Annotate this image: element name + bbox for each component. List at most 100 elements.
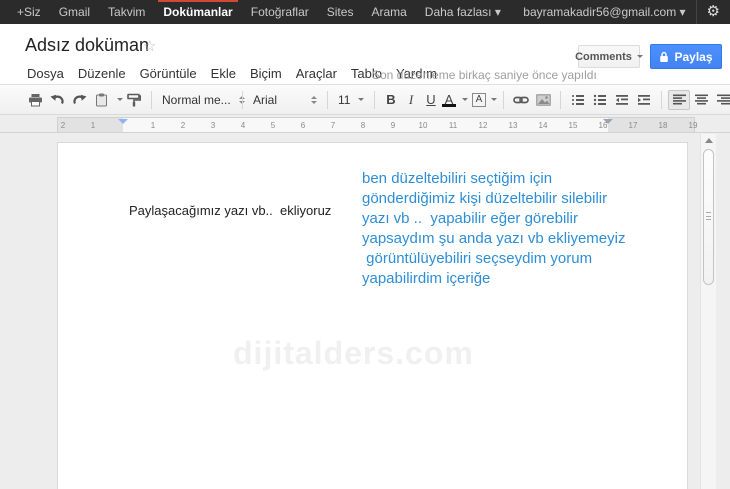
topbar-right: bayramakadir56@gmail.com ▾ ⚙	[523, 0, 730, 24]
menu-g-r-nt-le[interactable]: Görüntüle	[133, 64, 204, 83]
ruler-number: 2	[60, 121, 66, 130]
menu-ara-lar[interactable]: Araçlar	[289, 64, 344, 83]
font-size-dropdown[interactable]: 11	[334, 93, 368, 107]
menu-bi-im[interactable]: Biçim	[243, 64, 289, 83]
ruler-number: 15	[568, 121, 578, 130]
menu-ekle[interactable]: Ekle	[204, 64, 243, 83]
toolbar-separator	[661, 90, 662, 109]
ruler-number: 18	[658, 121, 668, 130]
comments-button-label: Comments	[575, 50, 632, 63]
ruler-number: 17	[628, 121, 638, 130]
share-button-label: Paylaş	[674, 49, 713, 64]
underline-button[interactable]: U	[421, 92, 441, 107]
star-icon[interactable]: ☆	[143, 37, 156, 55]
align-center-icon[interactable]	[690, 90, 712, 110]
topbar-item-foto-raflar[interactable]: Fotoğraflar	[242, 0, 318, 24]
styles-dropdown[interactable]: Normal me...	[158, 92, 245, 107]
document-page[interactable]: dijitalders.com Paylaşacağımız yazı vb..…	[57, 142, 688, 489]
ruler-number: 10	[418, 121, 428, 130]
toolbar-separator	[560, 90, 561, 109]
last-edit-status: Son düzenleme birkaç saniye önce yapıldı	[372, 68, 597, 82]
left-indent-marker[interactable]	[118, 119, 128, 129]
vertical-scrollbar[interactable]	[700, 134, 716, 489]
google-docs-window: +Siz Gmail Takvim Dokümanlar Fotoğraflar Site…	[0, 0, 730, 489]
doc-header: Adsız doküman ☆ Dosya Düzenle Görüntüle Ekl…	[0, 24, 730, 84]
font-value: Arial	[253, 92, 278, 107]
ruler-number: 12	[478, 121, 488, 130]
ruler-strip[interactable]: 2 1 1 2 3 4 5 6 7 8 9 10 11 12 13 14 15 16 17 18 19	[57, 117, 698, 132]
comments-button[interactable]: Comments	[575, 45, 643, 68]
ruler-number: 2	[180, 121, 186, 130]
numbered-list-icon[interactable]	[567, 90, 589, 110]
blue-text-line[interactable]: yazı vb .. yapabilir eğer görebilir	[362, 209, 662, 229]
ruler-number: 11	[448, 121, 458, 130]
web-clipboard-icon[interactable]	[90, 90, 112, 110]
toolbar-separator	[151, 90, 152, 109]
document-title[interactable]: Adsız doküman	[25, 35, 149, 56]
gear-icon[interactable]: ⚙	[697, 0, 730, 24]
document-paragraph[interactable]: Paylaşacağımız yazı vb.. ekliyoruz	[129, 203, 331, 218]
ruler-number: 19	[688, 121, 698, 130]
blue-text-line[interactable]: gönderdiğimiz kişi düzeltebilir silebili…	[362, 189, 662, 209]
scroll-up-arrow[interactable]	[701, 134, 717, 147]
text-color-button[interactable]: A	[441, 92, 457, 107]
updown-icon	[311, 93, 317, 107]
ruler-number: 16	[598, 121, 608, 130]
topbar-item-sites[interactable]: Sites	[318, 0, 363, 24]
blue-text-line[interactable]: görüntülüyebiliri seçseydim yorum	[362, 249, 662, 269]
italic-button[interactable]: I	[401, 92, 421, 108]
ruler-number: 6	[300, 121, 306, 130]
share-button[interactable]: Paylaş	[650, 44, 722, 69]
topbar-item-takvim[interactable]: Takvim	[99, 0, 154, 24]
redo-icon[interactable]	[68, 90, 90, 110]
font-size-value: 11	[338, 92, 351, 107]
insert-image-icon[interactable]	[532, 90, 554, 110]
topbar-item--siz[interactable]: +Siz	[8, 0, 50, 24]
topbar-item-daha-fazlas-[interactable]: Daha fazlası ▾	[416, 0, 510, 24]
highlight-color-button[interactable]: A	[472, 92, 486, 107]
topbar-item-dok-manlar[interactable]: Dokümanlar	[154, 0, 241, 24]
ruler-number: 4	[240, 121, 246, 130]
decrease-indent-icon[interactable]	[611, 90, 633, 110]
scrollbar-grip	[706, 212, 711, 220]
paint-format-icon[interactable]	[123, 90, 145, 110]
menu-dosya[interactable]: Dosya	[20, 64, 71, 83]
menu-d-zenle[interactable]: Düzenle	[71, 64, 133, 83]
toolbar-separator	[503, 90, 504, 109]
topbar-item-gmail[interactable]: Gmail	[50, 0, 99, 24]
bulleted-list-icon[interactable]	[589, 90, 611, 110]
insert-link-icon[interactable]	[510, 90, 532, 110]
styles-value: Normal me...	[162, 92, 231, 107]
ruler-number: 7	[330, 121, 336, 130]
blue-text-line[interactable]: ben düzeltebiliri seçtiğim için	[362, 169, 662, 189]
ruler-number: 5	[270, 121, 276, 130]
topbar-item-arama[interactable]: Arama	[362, 0, 415, 24]
toolbar-separator	[327, 90, 328, 109]
undo-icon[interactable]	[46, 90, 68, 110]
align-right-icon[interactable]	[712, 90, 730, 110]
toolbar-separator	[374, 90, 375, 109]
ruler-number: 8	[360, 121, 366, 130]
watermark-text: dijitalders.com	[233, 335, 474, 371]
bold-button[interactable]: B	[381, 92, 401, 107]
ruler-number: 9	[390, 121, 396, 130]
google-topbar: +Siz Gmail Takvim Dokümanlar Fotoğraflar Site…	[0, 0, 730, 24]
blue-text-block[interactable]: ben düzeltebiliri seçtiğim için gönderdiğ…	[362, 169, 662, 289]
ruler-number: 3	[210, 121, 216, 130]
account-menu[interactable]: bayramakadir56@gmail.com ▾	[523, 5, 695, 19]
ruler-number: 1	[90, 121, 96, 130]
ruler-number: 14	[538, 121, 548, 130]
chevron-down-icon	[358, 98, 364, 104]
increase-indent-icon[interactable]	[633, 90, 655, 110]
blue-text-line[interactable]: yapsaydım şu anda yazı vb ekliyemeyiz	[362, 229, 662, 249]
highlight-dropdown-arrow[interactable]	[491, 98, 497, 104]
align-left-icon[interactable]	[668, 89, 690, 110]
font-dropdown[interactable]: Arial	[249, 93, 321, 107]
blue-text-line[interactable]: yapabilirdim içeriğe	[362, 269, 662, 289]
ruler-number: 13	[508, 121, 518, 130]
scrollbar-thumb[interactable]	[703, 149, 714, 285]
editor-toolbar: Normal me... Arial 11 B I U A A	[0, 84, 730, 115]
text-color-dropdown-arrow[interactable]	[462, 98, 468, 104]
ruler-row: 2 1 1 2 3 4 5 6 7 8 9 10 11 12 13 14 15 16 17 18 19	[0, 115, 730, 133]
print-icon[interactable]	[24, 90, 46, 110]
